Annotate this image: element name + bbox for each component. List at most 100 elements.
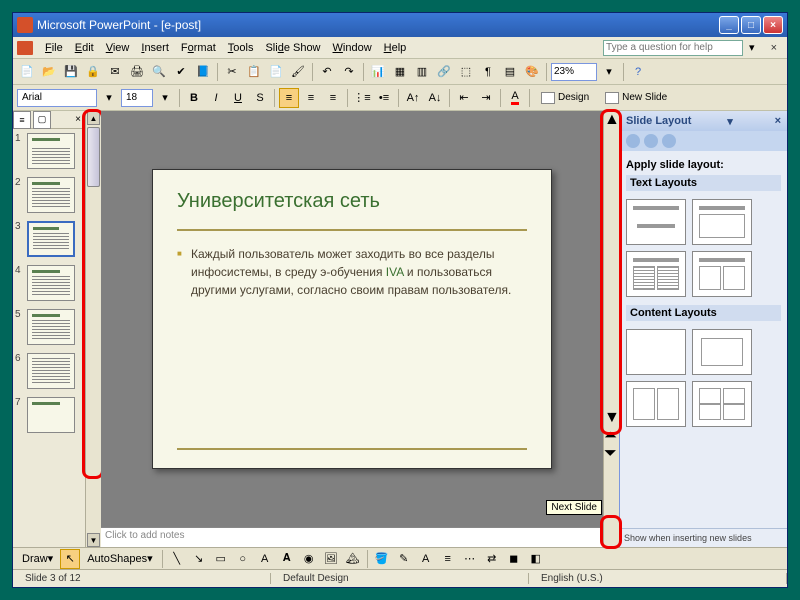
layout-title-content[interactable] [692,199,752,245]
tables-borders-icon[interactable]: ▥ [412,62,432,82]
cut-icon[interactable]: ✂ [222,62,242,82]
prev-slide-button[interactable]: ⏶ [604,427,619,445]
permission-icon[interactable]: 🔒 [83,62,103,82]
chart-icon[interactable]: 📊 [368,62,388,82]
email-icon[interactable]: ✉ [105,62,125,82]
layout-title[interactable] [626,199,686,245]
decrease-font-button[interactable]: A↓ [425,88,445,108]
slide-canvas[interactable]: Университетская сеть Каждый пользователь… [101,111,603,527]
help-search-input[interactable] [603,40,743,56]
table-icon[interactable]: ▦ [390,62,410,82]
menu-file[interactable]: File [39,40,69,56]
nav-back-icon[interactable] [626,134,640,148]
help-dropdown-icon[interactable]: ▾ [743,39,761,56]
copy-icon[interactable]: 📋 [244,62,264,82]
menu-slideshow[interactable]: Slide Show [259,40,326,56]
slide-scrollbar[interactable]: ▲ ▼ ⏶ ⏷ [603,111,619,547]
increase-font-button[interactable]: A↑ [403,88,423,108]
menu-format[interactable]: Format [175,40,222,56]
draw-menu[interactable]: Draw ▾ [17,549,58,569]
font-color-button[interactable]: A [505,88,525,108]
thumbnails-scrollbar[interactable]: ▲ ▼ [85,111,101,547]
slides-tab[interactable]: ▢ [33,111,51,129]
dash-style-icon[interactable]: ⋯ [460,549,480,569]
line-style-icon[interactable]: ≡ [438,549,458,569]
nav-home-icon[interactable] [662,134,676,148]
slide-scroll-down-icon[interactable]: ▼ [604,409,619,427]
font-name-combo[interactable]: Arial [17,89,97,107]
menu-edit[interactable]: Edit [69,40,100,56]
autoshapes-menu[interactable]: AutoShapes ▾ [82,549,157,569]
align-left-button[interactable]: ≡ [279,88,299,108]
new-icon[interactable]: 📄 [17,62,37,82]
slide-thumb-3[interactable] [27,221,75,257]
slide-thumb-7[interactable] [27,397,75,433]
show-formatting-icon[interactable]: ¶ [478,62,498,82]
thumbnails-close-button[interactable]: × [75,114,81,125]
preview-icon[interactable]: 🔍 [149,62,169,82]
taskpane-dropdown-icon[interactable]: ▾ [727,115,733,128]
line-icon[interactable]: ╲ [167,549,187,569]
grid-icon[interactable]: ▤ [500,62,520,82]
wordart-icon[interactable]: 𝐀 [277,549,297,569]
format-painter-icon[interactable]: 🖌 [288,62,308,82]
design-button[interactable]: Design [534,88,596,108]
spelling-icon[interactable]: ✔ [171,62,191,82]
research-icon[interactable]: 📘 [193,62,213,82]
menu-window[interactable]: Window [327,40,378,56]
taskpane-footer[interactable]: Show when inserting new slides [620,528,787,547]
next-slide-button[interactable]: ⏷ [604,445,619,463]
notes-pane[interactable]: Click to add notes [101,527,603,547]
save-icon[interactable]: 💾 [61,62,81,82]
slide-thumb-6[interactable] [27,353,75,389]
menu-help[interactable]: Help [378,40,413,56]
zoom-combo[interactable]: 23% [551,63,597,81]
textbox-icon[interactable]: A [255,549,275,569]
arrow-icon[interactable]: ↘ [189,549,209,569]
slide-thumb-1[interactable] [27,133,75,169]
scroll-down-icon[interactable]: ▼ [87,533,100,547]
italic-button[interactable]: I [206,88,226,108]
align-right-button[interactable]: ≡ [323,88,343,108]
menu-tools[interactable]: Tools [222,40,260,56]
line-color-icon[interactable]: ✎ [394,549,414,569]
bold-button[interactable]: B [184,88,204,108]
rectangle-icon[interactable]: ▭ [211,549,231,569]
minimize-button[interactable]: _ [719,16,739,34]
font-color-icon[interactable]: A [416,549,436,569]
slide-thumb-2[interactable] [27,177,75,213]
slide-current[interactable]: Университетская сеть Каждый пользователь… [152,169,552,469]
clipart-icon[interactable]: 🖼 [321,549,341,569]
zoom-dropdown-icon[interactable]: ▾ [599,62,619,82]
layout-blank[interactable] [626,329,686,375]
document-close-button[interactable]: × [765,40,783,56]
select-icon[interactable]: ↖ [60,549,80,569]
font-size-combo[interactable]: 18 [121,89,153,107]
underline-button[interactable]: U [228,88,248,108]
outline-tab[interactable]: ≡ [13,111,31,129]
menu-insert[interactable]: Insert [135,40,175,56]
slide-thumb-5[interactable] [27,309,75,345]
arrow-style-icon[interactable]: ⇄ [482,549,502,569]
open-icon[interactable]: 📂 [39,62,59,82]
bullets-button[interactable]: •≡ [374,88,394,108]
layout-two-content-b[interactable] [692,251,752,297]
menu-view[interactable]: View [100,40,136,56]
3d-style-icon[interactable]: ◧ [526,549,546,569]
increase-indent-button[interactable]: ⇥ [476,88,496,108]
undo-icon[interactable]: ↶ [317,62,337,82]
print-icon[interactable]: 🖨 [127,62,147,82]
diagram-icon[interactable]: ◉ [299,549,319,569]
help-icon[interactable]: ? [628,62,648,82]
fill-color-icon[interactable]: 🪣 [372,549,392,569]
shadow-button[interactable]: S [250,88,270,108]
align-center-button[interactable]: ≡ [301,88,321,108]
taskpane-close-button[interactable]: × [775,115,781,127]
expand-icon[interactable]: ⬚ [456,62,476,82]
nav-forward-icon[interactable] [644,134,658,148]
font-size-dropdown-icon[interactable]: ▾ [155,88,175,108]
slide-thumb-4[interactable] [27,265,75,301]
redo-icon[interactable]: ↷ [339,62,359,82]
numbering-button[interactable]: ⋮≡ [352,88,372,108]
color-icon[interactable]: 🎨 [522,62,542,82]
